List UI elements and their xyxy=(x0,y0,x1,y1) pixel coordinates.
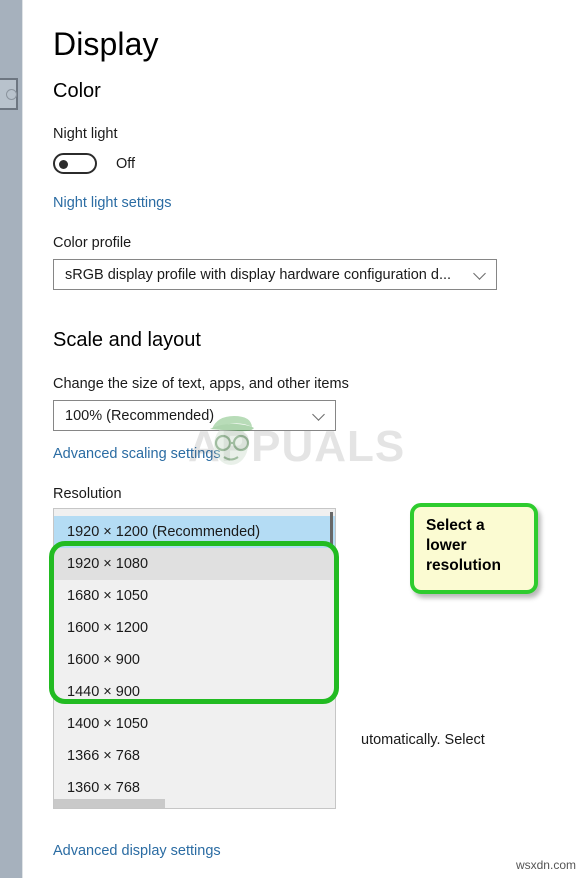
resolution-option[interactable]: 1600 × 1200 xyxy=(54,612,335,644)
resolution-option[interactable]: 1440 × 900 xyxy=(54,676,335,708)
advanced-scaling-settings-link[interactable]: Advanced scaling settings xyxy=(53,446,221,462)
chevron-down-icon xyxy=(473,266,486,280)
night-light-state: Off xyxy=(116,155,136,172)
settings-content: Display Color Night light Off Night ligh… xyxy=(23,0,584,878)
page-title: Display xyxy=(53,26,159,62)
section-heading-scale-layout: Scale and layout xyxy=(53,329,201,351)
night-light-label: Night light xyxy=(53,126,118,142)
resolution-option[interactable]: 1920 × 1200 (Recommended) xyxy=(54,516,335,548)
partial-background-text: utomatically. Select xyxy=(361,732,485,748)
color-profile-label: Color profile xyxy=(53,235,132,251)
resolution-option[interactable]: 1366 × 768 xyxy=(54,740,335,772)
night-light-toggle[interactable] xyxy=(53,153,97,174)
scale-percentage-value: 100% (Recommended) xyxy=(65,407,215,424)
night-light-settings-link[interactable]: Night light settings xyxy=(53,195,171,211)
sidebar-item-partial[interactable] xyxy=(0,78,18,110)
wsxdn-watermark: wsxdn.com xyxy=(515,858,576,872)
color-profile-dropdown[interactable]: sRGB display profile with display hardwa… xyxy=(53,259,497,290)
left-nav-strip xyxy=(0,0,22,878)
resolution-option[interactable]: 1920 × 1080 xyxy=(54,548,335,580)
callout-note: Select a lower resolution xyxy=(410,503,538,594)
change-size-label: Change the size of text, apps, and other… xyxy=(53,376,349,392)
dropdown-horizontal-scrollbar[interactable] xyxy=(54,799,165,808)
dropdown-top-spacer xyxy=(54,509,335,516)
callout-note-text: Select a lower resolution xyxy=(426,517,501,574)
section-heading-color: Color xyxy=(53,80,101,102)
dropdown-vertical-scrollbar[interactable] xyxy=(330,512,333,548)
advanced-display-settings-link[interactable]: Advanced display settings xyxy=(53,843,221,859)
resolution-option[interactable]: 1400 × 1050 xyxy=(54,708,335,740)
chevron-down-icon xyxy=(312,407,325,421)
resolution-dropdown-list[interactable]: 1920 × 1200 (Recommended) 1920 × 1080 1680… xyxy=(53,508,336,809)
resolution-label: Resolution xyxy=(53,486,122,502)
display-settings-screenshot: Display Color Night light Off Night ligh… xyxy=(0,0,584,878)
circle-icon xyxy=(6,89,17,100)
toggle-knob xyxy=(59,159,68,169)
scale-percentage-dropdown[interactable]: 100% (Recommended) xyxy=(53,400,336,431)
resolution-option[interactable]: 1680 × 1050 xyxy=(54,580,335,612)
night-light-toggle-row: Off xyxy=(53,153,135,174)
resolution-option[interactable]: 1600 × 900 xyxy=(54,644,335,676)
color-profile-value: sRGB display profile with display hardwa… xyxy=(65,266,452,283)
